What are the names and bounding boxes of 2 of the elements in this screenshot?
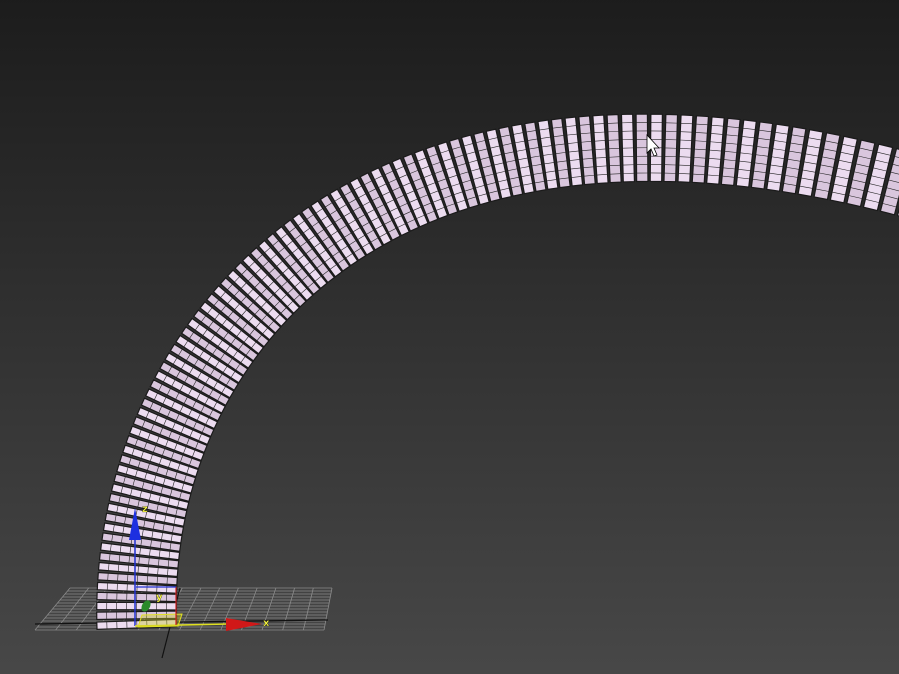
- mouse-pointer-icon: [646, 134, 660, 156]
- axis-label: x: [263, 618, 270, 629]
